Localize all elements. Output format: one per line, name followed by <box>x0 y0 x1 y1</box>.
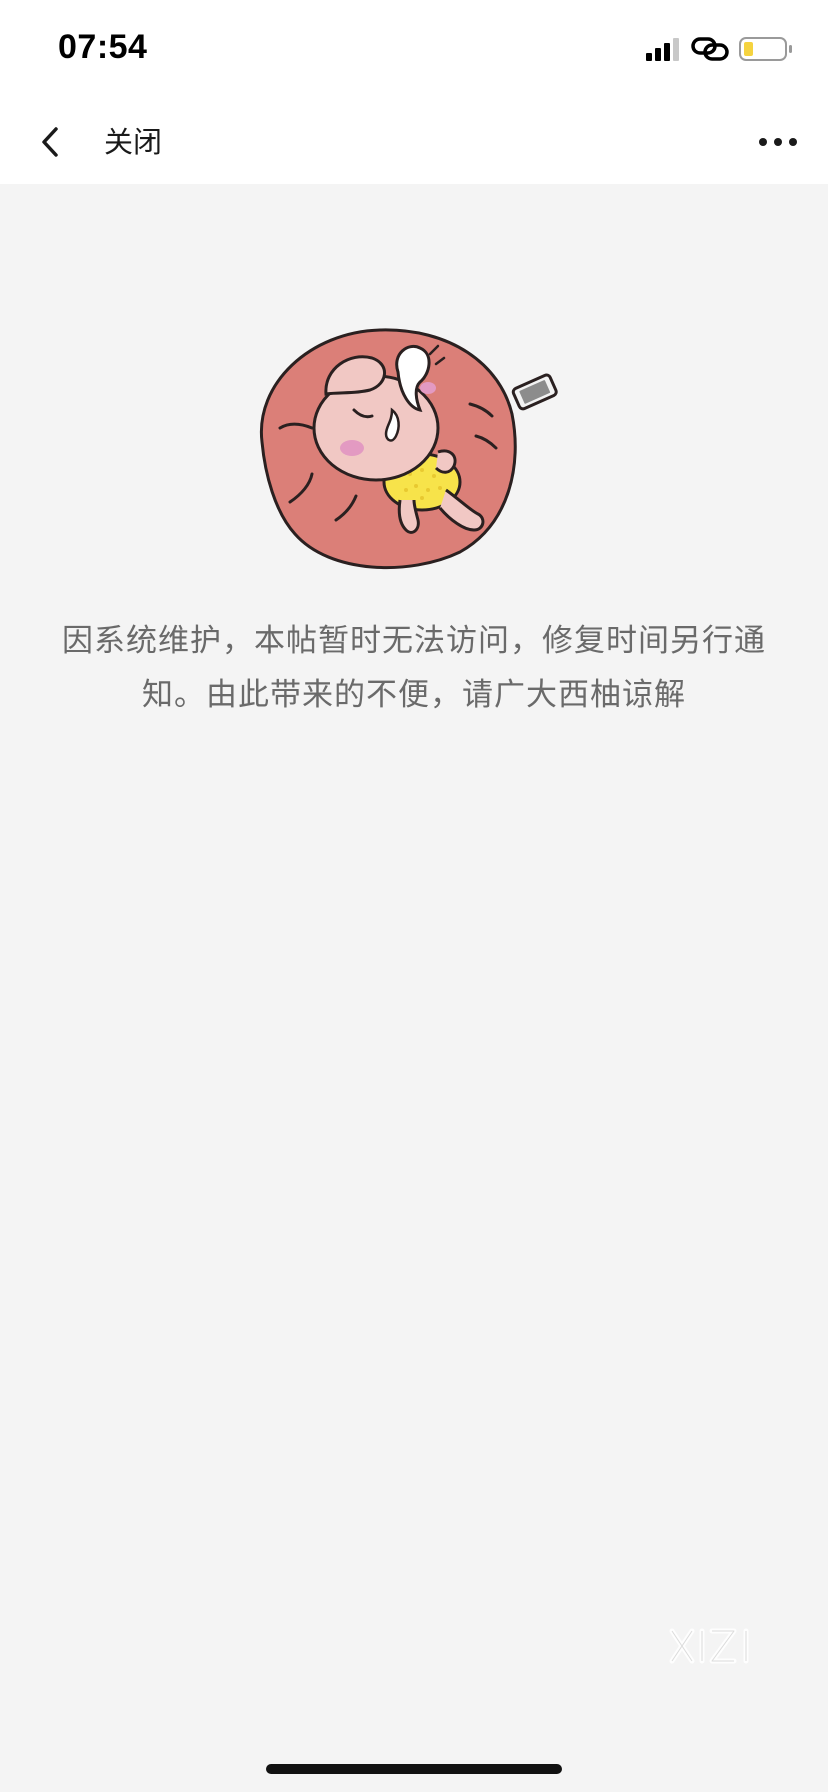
status-icons <box>644 34 794 64</box>
signal-icon <box>646 38 679 61</box>
status-bar: 07:54 <box>0 0 828 100</box>
link-icon <box>691 37 729 61</box>
close-button[interactable]: 关闭 <box>104 118 162 166</box>
maintenance-message: 因系统维护，本帖暂时无法访问，修复时间另行通知。由此带来的不便，请广大西柚谅解 <box>62 623 766 713</box>
home-indicator[interactable] <box>266 1764 562 1774</box>
status-time: 07:54 <box>58 28 148 66</box>
more-dots-icon <box>759 138 797 146</box>
battery-icon <box>739 37 792 61</box>
more-button[interactable] <box>754 118 802 166</box>
nav-bar: 关闭 <box>0 100 828 184</box>
xizi-watermark-logo <box>669 1628 749 1664</box>
chevron-left-icon <box>42 127 58 157</box>
sleeping-character-illustration <box>259 328 558 570</box>
back-button[interactable] <box>26 118 74 166</box>
